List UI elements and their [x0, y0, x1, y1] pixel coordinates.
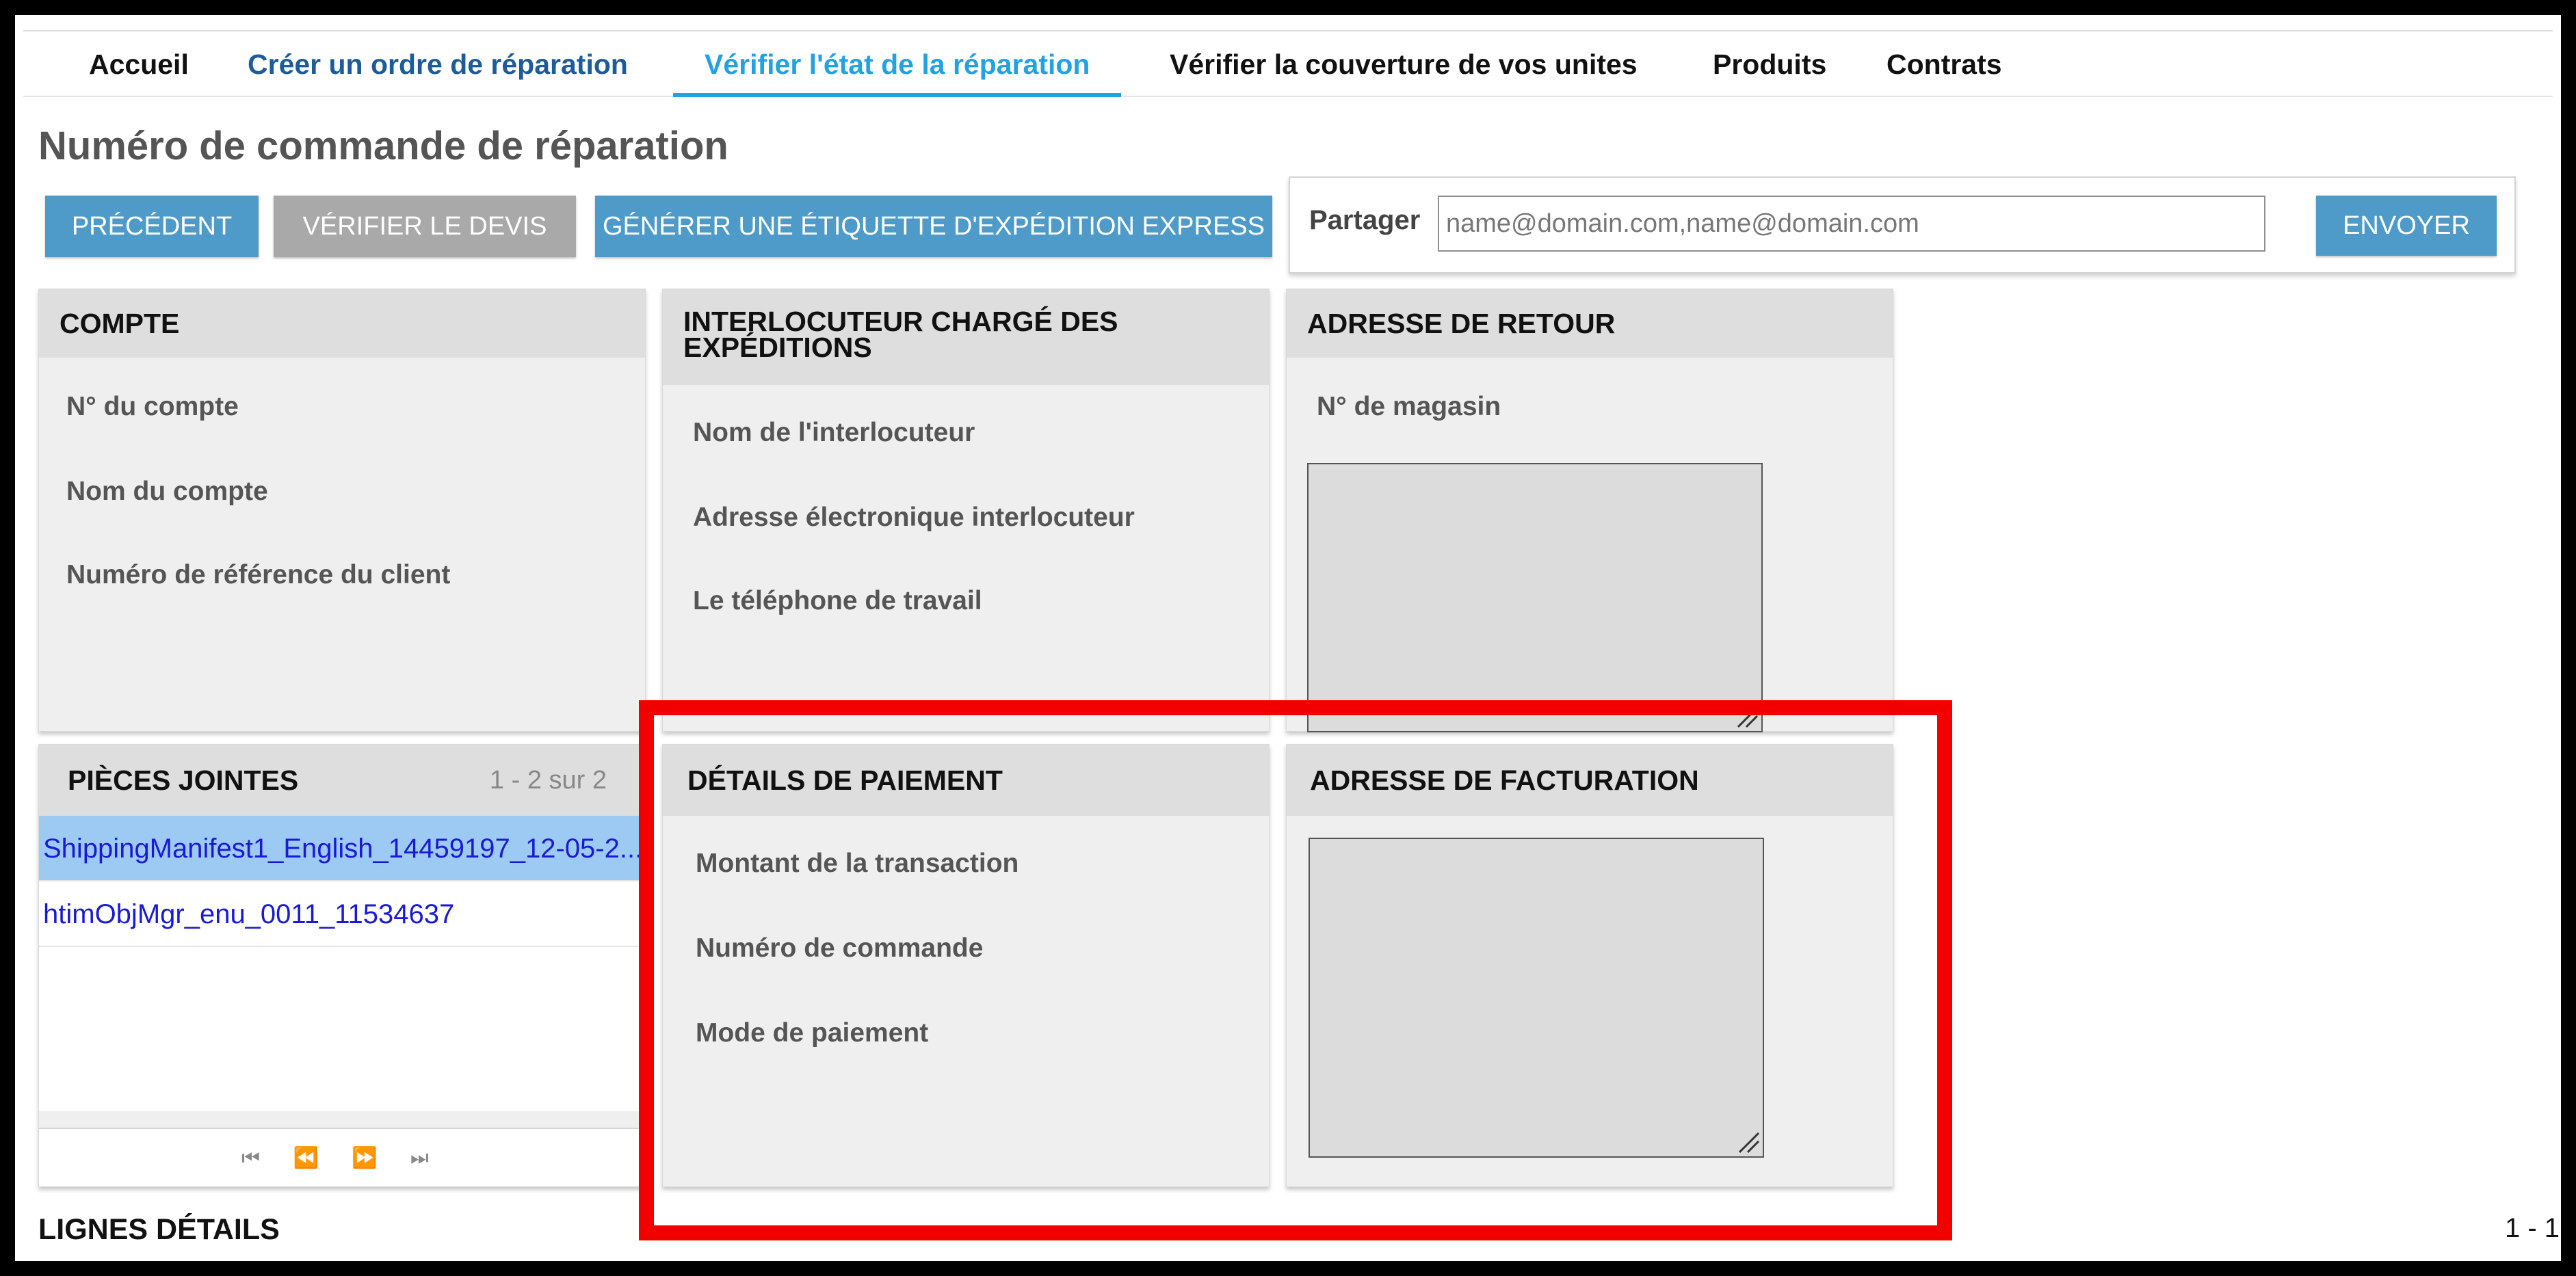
attachments-count: 1 - 2 sur 2 [489, 766, 607, 795]
return-address-panel: ADRESSE DE RETOUR N° de magasin [1286, 289, 1893, 732]
attachments-panel-title: PIÈCES JOINTES 1 - 2 sur 2 [39, 745, 645, 816]
detail-lines-title: LIGNES DÉTAILS [38, 1213, 280, 1246]
tab-products[interactable]: Produits [1713, 31, 1826, 97]
return-address-panel-title: ADRESSE DE RETOUR [1287, 289, 1893, 358]
share-label: Partager [1309, 205, 1421, 235]
contact-name-label: Nom de l'interlocuteur [693, 418, 975, 447]
store-number-label: N° de magasin [1317, 392, 1501, 421]
tab-contracts[interactable]: Contrats [1887, 31, 2002, 97]
shipping-contact-panel: INTERLOCUTEUR CHARGÉ DES EXPÉDITIONS Nom… [662, 289, 1270, 732]
send-button[interactable]: ENVOYER [2316, 196, 2497, 256]
previous-button[interactable]: PRÉCÉDENT [45, 196, 259, 257]
shipping-contact-title-line1: INTERLOCUTEUR CHARGÉ DES [683, 306, 1118, 337]
account-panel: COMPTE N° du compte Nom du compte Numéro… [38, 289, 646, 732]
share-email-input[interactable] [1438, 196, 2265, 252]
tab-create-repair-order[interactable]: Créer un ordre de réparation [248, 31, 628, 97]
shipping-contact-title-line2: EXPÉDITIONS [683, 332, 872, 363]
account-number-label: N° du compte [66, 392, 239, 421]
app-window: Accueil Créer un ordre de réparation Vér… [15, 15, 2561, 1261]
attachments-title: PIÈCES JOINTES [68, 765, 299, 796]
work-phone-label: Le téléphone de travail [693, 586, 982, 615]
top-nav: Accueil Créer un ordre de réparation Vér… [23, 30, 2553, 97]
attachment-link[interactable]: htimObjMgr_enu_0011_11534637 [39, 881, 645, 947]
attachments-panel: PIÈCES JOINTES 1 - 2 sur 2 ShippingManif… [38, 744, 646, 1187]
verify-quote-button[interactable]: VÉRIFIER LE DEVIS [274, 196, 576, 257]
tab-accueil[interactable]: Accueil [89, 31, 189, 97]
customer-reference-label: Numéro de référence du client [66, 560, 451, 589]
account-panel-title: COMPTE [39, 289, 645, 358]
page-title: Numéro de commande de réparation [38, 124, 728, 168]
attachments-pager[interactable]: ⏮ ⏪ ⏩ ⏭ [39, 1128, 645, 1186]
account-name-label: Nom du compte [66, 477, 268, 506]
generate-express-label-button[interactable]: GÉNÉRER UNE ÉTIQUETTE D'EXPÉDITION EXPRE… [595, 196, 1272, 257]
attachment-link[interactable]: ShippingManifest1_English_14459197_12-05… [39, 816, 645, 881]
shipping-contact-panel-title: INTERLOCUTEUR CHARGÉ DES EXPÉDITIONS [663, 289, 1269, 385]
attachments-list: ShippingManifest1_English_14459197_12-05… [39, 816, 645, 1111]
share-panel: Partager ENVOYER [1289, 176, 2516, 274]
highlight-box [639, 700, 1952, 1240]
detail-lines-count: 1 - 1 [2505, 1213, 2560, 1243]
return-address-textarea[interactable] [1307, 463, 1763, 732]
contact-email-label: Adresse électronique interlocuteur [693, 503, 1135, 532]
tab-check-coverage[interactable]: Vérifier la couverture de vos unites [1170, 31, 1638, 97]
tab-check-repair-status[interactable]: Vérifier l'état de la réparation [673, 31, 1122, 97]
